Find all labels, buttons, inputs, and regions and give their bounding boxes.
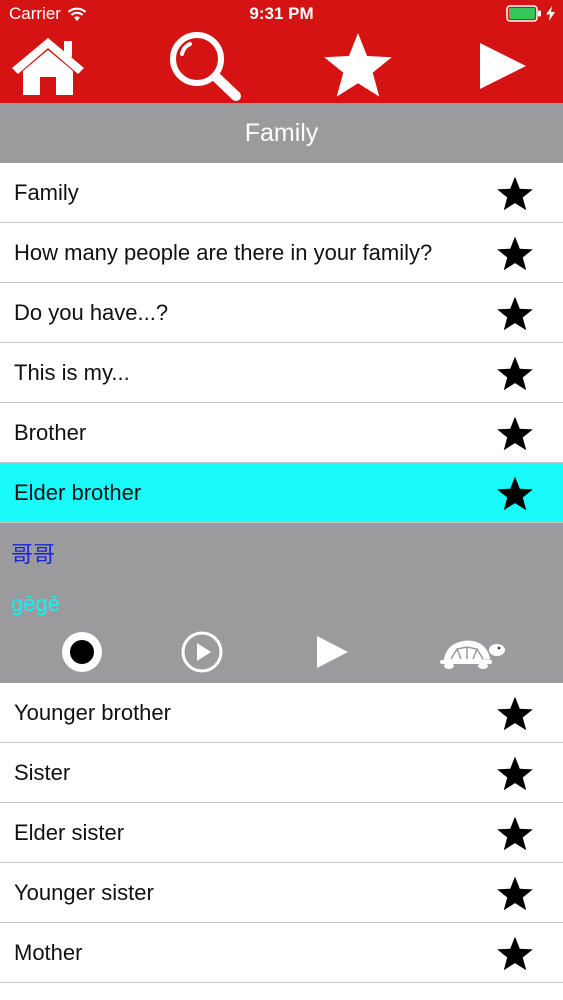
nav-bar xyxy=(0,28,563,103)
favorite-star-icon[interactable] xyxy=(495,415,535,453)
section-header: Family xyxy=(0,103,563,163)
list-item-label: Family xyxy=(14,179,79,205)
list-item-label: Sister xyxy=(14,759,71,785)
status-time: 9:31 PM xyxy=(249,4,314,23)
favorite-star-icon[interactable] xyxy=(495,295,535,333)
hanzi-text: 哥哥 xyxy=(11,542,56,567)
record-button[interactable] xyxy=(57,627,107,677)
favorite-star-icon[interactable] xyxy=(495,475,535,513)
favorite-star-icon[interactable] xyxy=(495,355,535,393)
home-icon xyxy=(12,37,84,95)
list-item-label: This is my... xyxy=(14,359,130,385)
list-item[interactable]: This is my... xyxy=(0,343,563,403)
list-item-label: Elder sister xyxy=(14,819,125,845)
favorite-star-icon[interactable] xyxy=(495,695,535,733)
search-button[interactable] xyxy=(159,28,249,103)
list-item[interactable]: Mother xyxy=(0,923,563,983)
star-icon xyxy=(324,32,392,97)
pinyin-text: gēgē xyxy=(11,591,60,616)
list-item-label: Elder brother xyxy=(14,479,142,505)
favorite-star-icon[interactable] xyxy=(495,935,535,973)
list-item-label: Mother xyxy=(14,939,83,965)
play-recording-button[interactable] xyxy=(177,627,227,677)
list-item[interactable]: Elder sister xyxy=(0,803,563,863)
play-icon xyxy=(480,42,526,89)
battery-group xyxy=(506,5,555,22)
home-button[interactable] xyxy=(3,28,93,103)
status-bar: Carrier 9:31 PM xyxy=(0,0,563,28)
list-item-label: Do you have...? xyxy=(14,299,169,325)
list-item-label: Brother xyxy=(14,419,87,445)
play-icon xyxy=(317,636,348,668)
turtle-icon xyxy=(440,639,505,669)
play-button[interactable] xyxy=(458,28,548,103)
search-icon xyxy=(170,31,241,101)
favorite-star-icon[interactable] xyxy=(495,815,535,853)
list-item-label: Younger sister xyxy=(14,879,154,905)
list-item-label: Younger brother xyxy=(14,699,171,725)
list-item[interactable]: Brother xyxy=(0,403,563,463)
favorites-button[interactable] xyxy=(313,28,403,103)
favorite-star-icon[interactable] xyxy=(495,235,535,273)
record-icon xyxy=(62,632,102,672)
phrase-list: Family How many people are there in your… xyxy=(0,163,563,983)
bolt-icon xyxy=(546,6,555,21)
list-item[interactable]: Sister xyxy=(0,743,563,803)
phrase-detail-panel: 哥哥 gēgē xyxy=(0,523,563,683)
list-item[interactable]: Younger sister xyxy=(0,863,563,923)
favorite-star-icon[interactable] xyxy=(495,875,535,913)
list-item[interactable]: How many people are there in your family… xyxy=(0,223,563,283)
play-audio-button[interactable] xyxy=(307,627,357,677)
list-item[interactable]: Family xyxy=(0,163,563,223)
list-item-selected[interactable]: Elder brother xyxy=(0,463,563,523)
slow-play-button[interactable] xyxy=(432,627,512,677)
battery-icon xyxy=(506,5,541,22)
favorite-star-icon[interactable] xyxy=(495,755,535,793)
list-item[interactable]: Younger brother xyxy=(0,683,563,743)
play-circle-icon xyxy=(181,631,223,673)
favorite-star-icon[interactable] xyxy=(495,175,535,213)
list-item-label: How many people are there in your family… xyxy=(14,239,433,265)
section-title: Family xyxy=(244,118,319,147)
list-item[interactable]: Do you have...? xyxy=(0,283,563,343)
